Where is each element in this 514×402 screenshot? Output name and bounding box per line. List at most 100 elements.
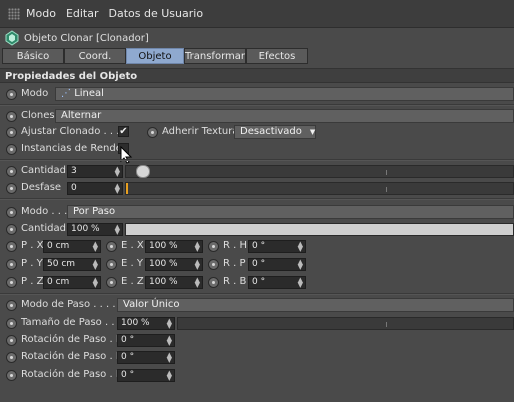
object-header: Objeto Clonar [Clonador]	[0, 28, 514, 48]
stepper-icon[interactable]: ▲ ▼	[115, 183, 120, 194]
scale-y-value: 100 %	[149, 259, 178, 269]
modo-paso-value: Valor Único	[123, 299, 180, 310]
anim-radio[interactable]	[6, 183, 17, 194]
anim-radio[interactable]	[106, 259, 117, 270]
pos-x-input[interactable]: 0 cm ▲ ▼	[43, 240, 101, 253]
rot-paso-h-input[interactable]: 0 ° ▲ ▼	[117, 334, 175, 347]
anim-radio[interactable]	[208, 241, 219, 252]
clones-dropdown[interactable]: Alternar	[55, 109, 514, 123]
grip-icon[interactable]	[8, 7, 20, 20]
stepper-icon[interactable]: ▲ ▼	[298, 241, 303, 252]
tab-coord[interactable]: Coord.	[64, 48, 126, 64]
pos-z-value: 0 cm	[47, 277, 70, 287]
anim-radio[interactable]	[6, 111, 17, 122]
stepper-icon[interactable]: ▲ ▼	[195, 277, 200, 288]
ajustar-checkbox[interactable]: ✔	[118, 126, 129, 137]
slider-handle[interactable]	[126, 183, 128, 194]
anim-radio[interactable]	[6, 127, 17, 138]
row-clones: Clones Alternar	[0, 108, 514, 124]
anim-radio[interactable]	[6, 300, 17, 311]
cantidad-input[interactable]: 3 ▲ ▼	[67, 165, 123, 178]
anim-radio[interactable]	[6, 224, 17, 235]
anim-radio[interactable]	[6, 259, 17, 270]
desfase-slider[interactable]	[125, 182, 514, 195]
modo2-dropdown[interactable]: Por Paso	[67, 205, 514, 219]
scale-x-input[interactable]: 100 % ▲ ▼	[145, 240, 203, 253]
row-modo2: Modo . . . Por Paso	[0, 204, 514, 220]
stepper-icon[interactable]: ▲ ▼	[195, 241, 200, 252]
stepper-icon[interactable]: ▲ ▼	[298, 259, 303, 270]
stepper-icon[interactable]: ▲ ▼	[167, 318, 172, 329]
rot-paso-b-label: Rotación de Paso . B	[21, 369, 123, 380]
slider-tick	[386, 322, 387, 327]
anim-radio[interactable]	[6, 318, 17, 329]
ajustar-label: Ajustar Clonado . . . .	[21, 126, 126, 137]
modo-label: Modo	[21, 88, 49, 99]
cantidad2-input[interactable]: 100 % ▲ ▼	[67, 223, 123, 236]
cloner-icon	[5, 30, 19, 46]
divider	[0, 293, 514, 295]
stepper-icon[interactable]: ▲ ▼	[93, 241, 98, 252]
stepper-icon[interactable]: ▲ ▼	[167, 335, 172, 346]
scale-y-input[interactable]: 100 % ▲ ▼	[145, 258, 203, 271]
stepper-icon[interactable]: ▲ ▼	[93, 277, 98, 288]
adherir-dropdown[interactable]: Desactivado ▼	[234, 125, 316, 139]
stepper-icon[interactable]: ▲ ▼	[195, 259, 200, 270]
pos-z-label: P . Z	[21, 276, 44, 287]
tab-objeto[interactable]: Objeto	[126, 48, 184, 64]
modo-paso-label: Modo de Paso . . . . .	[21, 299, 122, 310]
rot-h-label: R . H	[223, 240, 248, 251]
tab-basico[interactable]: Básico	[2, 48, 64, 64]
desfase-value: 0	[71, 183, 77, 193]
tab-efectos[interactable]: Efectos	[246, 48, 308, 64]
pos-y-input[interactable]: 50 cm ▲ ▼	[43, 258, 101, 271]
rot-b-input[interactable]: 0 ° ▲ ▼	[248, 276, 306, 289]
rot-paso-p-input[interactable]: 0 ° ▲ ▼	[117, 351, 175, 364]
anim-radio[interactable]	[6, 241, 17, 252]
anim-radio[interactable]	[6, 144, 17, 155]
scale-x-value: 100 %	[149, 241, 178, 251]
anim-radio[interactable]	[208, 277, 219, 288]
tamano-paso-slider[interactable]	[177, 317, 514, 330]
menu-modo[interactable]: Modo	[26, 7, 56, 20]
rot-h-value: 0 °	[252, 241, 266, 251]
anim-radio[interactable]	[6, 370, 17, 381]
stepper-icon[interactable]: ▲ ▼	[298, 277, 303, 288]
rot-paso-p-value: 0 °	[121, 352, 135, 362]
rot-h-input[interactable]: 0 ° ▲ ▼	[248, 240, 306, 253]
desfase-input[interactable]: 0 ▲ ▼	[67, 182, 123, 195]
menu-datos-usuario[interactable]: Datos de Usuario	[109, 7, 204, 20]
scale-z-input[interactable]: 100 % ▲ ▼	[145, 276, 203, 289]
anim-radio[interactable]	[6, 352, 17, 363]
chevron-down-icon: ▼	[309, 128, 316, 136]
anim-radio[interactable]	[6, 277, 17, 288]
anim-radio[interactable]	[106, 277, 117, 288]
tab-transformar[interactable]: Transformar	[184, 48, 246, 64]
cantidad2-slider[interactable]	[125, 223, 514, 236]
modo-dropdown[interactable]: ⋰ Lineal	[55, 87, 514, 101]
anim-radio[interactable]	[6, 166, 17, 177]
anim-radio[interactable]	[6, 335, 17, 346]
stepper-icon[interactable]: ▲ ▼	[167, 370, 172, 381]
modo-paso-dropdown[interactable]: Valor Único	[117, 298, 514, 312]
slider-tick	[386, 170, 387, 175]
rot-p-input[interactable]: 0 ° ▲ ▼	[248, 258, 306, 271]
anim-radio[interactable]	[147, 127, 158, 138]
stepper-icon[interactable]: ▲ ▼	[167, 352, 172, 363]
row-ajustar: Ajustar Clonado . . . . ✔ Adherir Textur…	[0, 124, 514, 140]
stepper-icon[interactable]: ▲ ▼	[115, 224, 120, 235]
anim-radio[interactable]	[6, 207, 17, 218]
clones-label: Clones	[21, 110, 55, 121]
anim-radio[interactable]	[6, 89, 17, 100]
adherir-label: Adherir Textura	[162, 126, 239, 137]
rot-paso-b-input[interactable]: 0 ° ▲ ▼	[117, 369, 175, 382]
stepper-icon[interactable]: ▲ ▼	[115, 166, 120, 177]
anim-radio[interactable]	[106, 241, 117, 252]
tamano-paso-input[interactable]: 100 % ▲ ▼	[117, 317, 175, 330]
cantidad-slider[interactable]	[125, 165, 514, 178]
pos-z-input[interactable]: 0 cm ▲ ▼	[43, 276, 101, 289]
stepper-icon[interactable]: ▲ ▼	[93, 259, 98, 270]
anim-radio[interactable]	[208, 259, 219, 270]
adherir-value: Desactivado	[240, 126, 302, 137]
menu-editar[interactable]: Editar	[66, 7, 99, 20]
